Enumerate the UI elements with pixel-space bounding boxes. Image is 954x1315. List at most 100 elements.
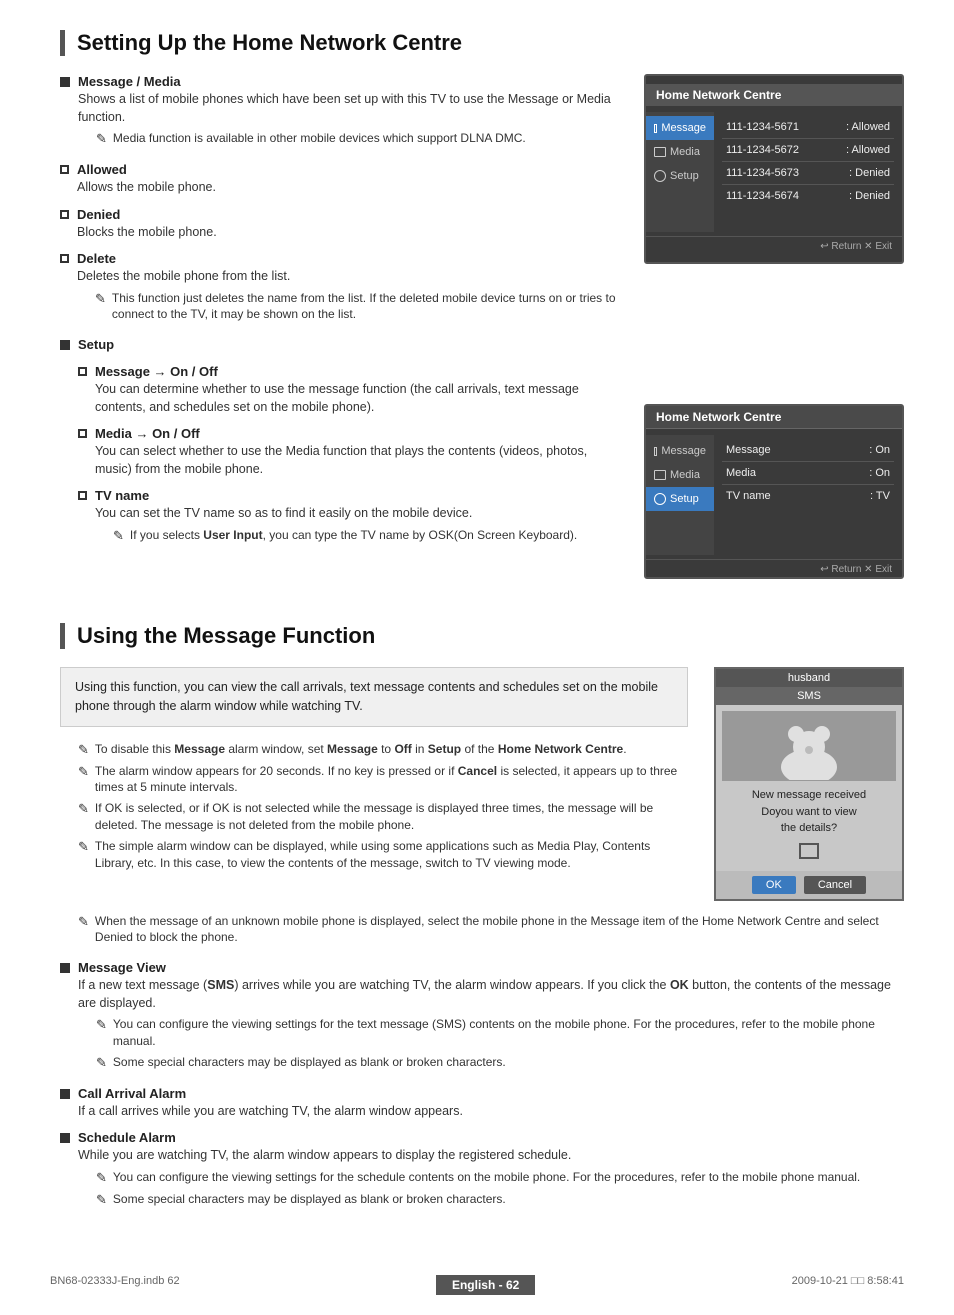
tv-row3-status: : Denied [849,167,890,179]
msg-view-note2-text: Some special characters may be displayed… [113,1054,506,1071]
tv-panel1-body: Message Media Setup [646,112,902,232]
setup-heading-item: Setup [60,337,624,354]
schedule-note-2: ✎ Some special characters may be display… [96,1191,860,1209]
schedule-note2-text: Some special characters may be displayed… [113,1191,506,1208]
message-view-desc: If a new text message (SMS) arrives whil… [78,977,904,1012]
using-note-5: ✎ When the message of an unknown mobile … [78,913,904,947]
message-media-note-text: Media function is available in other mob… [113,130,526,147]
tv-row2-status: : Allowed [846,144,890,156]
tv-row-3: 111-1234-5673 : Denied [722,162,894,185]
sms-popup: husband SMS New message received [714,667,904,901]
using-note-1-text: To disable this Message alarm window, se… [95,741,627,758]
tv-panel2-sidebar: Message Media Setup [646,435,714,555]
tv-row-2: 111-1234-5672 : Allowed [722,139,894,162]
denied-item: Denied Blocks the mobile phone. [60,207,624,242]
delete-desc: Deletes the mobile phone from the list. [77,268,624,286]
tv-sidebar-message-label: Message [661,122,706,134]
media-on-off-item: Media → On / Off You can select whether … [78,426,624,478]
note-icon-s2: ✎ [96,1191,107,1209]
tv-panel2-row3-value: : TV [870,490,890,502]
tv-name-item: TV name You can set the TV name so as to… [78,488,624,549]
tv-panel2-row-3: TV name : TV [722,485,894,507]
tv-row1-status: : Allowed [846,121,890,133]
using-note-4-text: The simple alarm window can be displayed… [95,838,688,872]
using-msg-left: Using this function, you can view the ca… [60,667,688,875]
sms-cancel-button[interactable]: Cancel [804,876,866,894]
note-icon-delete: ✎ [95,290,106,308]
using-note-1: ✎ To disable this Message alarm window, … [78,741,688,759]
sms-line2: Doyou want to view [722,804,896,821]
tv-panel2-footer: ↩ Return ✕ Exit [646,559,902,577]
call-arrival-item: Call Arrival Alarm If a call arrives whi… [60,1086,904,1121]
sms-popup-body: New message received Doyou want to view … [716,705,902,871]
denied-desc: Blocks the mobile phone. [77,224,217,242]
sms-popup-type: SMS [716,687,902,705]
bullet-msg-onoff [78,367,87,376]
msg-on-off-item: Message → On / Off You can determine whe… [78,364,624,416]
message-view-item: Message View If a new text message (SMS)… [60,960,904,1076]
msg-view-note-1: ✎ You can configure the viewing settings… [96,1016,904,1050]
sms-ok-button[interactable]: OK [752,876,796,894]
using-note-3-text: If OK is selected, or if OK is not selec… [95,800,688,834]
tv-name-note-text: If you selects User Input, you can type … [130,527,577,544]
message-media-desc: Shows a list of mobile phones which have… [78,91,624,126]
note-icon-u1: ✎ [78,741,89,759]
using-msg-intro-box: Using this function, you can view the ca… [60,667,688,727]
using-note-3: ✎ If OK is selected, or if OK is not sel… [78,800,688,834]
message-media-heading: Message / Media [78,74,624,89]
tv-panel2-row1-label: Message [726,444,771,456]
section1-block: Setting Up the Home Network Centre Messa… [60,30,904,595]
bullet-media-onoff [78,429,87,438]
sms-line3: the details? [722,820,896,837]
tv-sidebar2-setup-label: Setup [670,493,699,505]
tv-panel-2: Home Network Centre Message Media [644,404,904,579]
tv-row2-number: 111-1234-5672 [726,144,799,156]
page: Setting Up the Home Network Centre Messa… [0,0,954,1315]
note-icon-u4: ✎ [78,838,89,856]
tv-panel2-row-1: Message : On [722,439,894,462]
message-media-item: Message / Media Shows a list of mobile p… [60,74,624,152]
msg-icon-2 [654,447,657,456]
msg-on-off-heading: Message → On / Off [95,364,624,379]
note-icon-mv1: ✎ [96,1016,107,1034]
note-icon-u5: ✎ [78,913,89,931]
schedule-alarm-heading: Schedule Alarm [78,1130,860,1145]
using-note-5-text: When the message of an unknown mobile ph… [95,913,904,947]
tv-panel-1: Home Network Centre Message Media [644,74,904,264]
section2-block: Using the Message Function Using this fu… [60,623,904,1213]
bullet-msg-view [60,963,70,973]
section1-main-col: Message / Media Shows a list of mobile p… [60,74,624,559]
footer-center: English - 62 [436,1275,535,1295]
tv-panel1-title: Home Network Centre [646,84,902,106]
tv-name-desc: You can set the TV name so as to find it… [95,505,577,523]
using-msg-intro-text: Using this function, you can view the ca… [75,680,658,713]
tv-panel2-content: Message : On Media : On TV name : TV [714,435,902,555]
delete-item: Delete Deletes the mobile phone from the… [60,251,624,327]
note-icon-u2: ✎ [78,763,89,781]
tv-panel2-title: Home Network Centre [646,406,902,429]
msg-on-off-desc: You can determine whether to use the mes… [95,381,624,416]
tv-panel1-content: 111-1234-5671 : Allowed 111-1234-5672 : … [714,112,902,232]
allowed-item: Allowed Allows the mobile phone. [60,162,624,197]
note-icon-tvname: ✎ [113,527,124,545]
section2-title: Using the Message Function [60,623,904,649]
tv-row4-number: 111-1234-5674 [726,190,799,202]
using-note-2-text: The alarm window appears for 20 seconds.… [95,763,688,797]
delete-note: ✎ This function just deletes the name fr… [95,290,624,324]
sms-line1: New message received [722,787,896,804]
message-view-heading: Message View [78,960,904,975]
tv-sidebar-message: Message [646,116,714,140]
call-arrival-desc: If a call arrives while you are watching… [78,1103,463,1121]
call-arrival-heading: Call Arrival Alarm [78,1086,463,1101]
allowed-desc: Allows the mobile phone. [77,179,216,197]
tv-panel1-sidebar: Message Media Setup [646,112,714,232]
media-on-off-desc: You can select whether to use the Media … [95,443,624,478]
section1-side-col: Home Network Centre Message Media [644,74,904,595]
bullet-tv-name [78,491,87,500]
tv-panel2-row-2: Media : On [722,462,894,485]
setup-heading: Setup [78,337,114,352]
tv-panel2-row3-label: TV name [726,490,771,502]
media-icon-2 [654,470,666,480]
bullet-denied [60,210,69,219]
bear-svg [769,712,849,780]
